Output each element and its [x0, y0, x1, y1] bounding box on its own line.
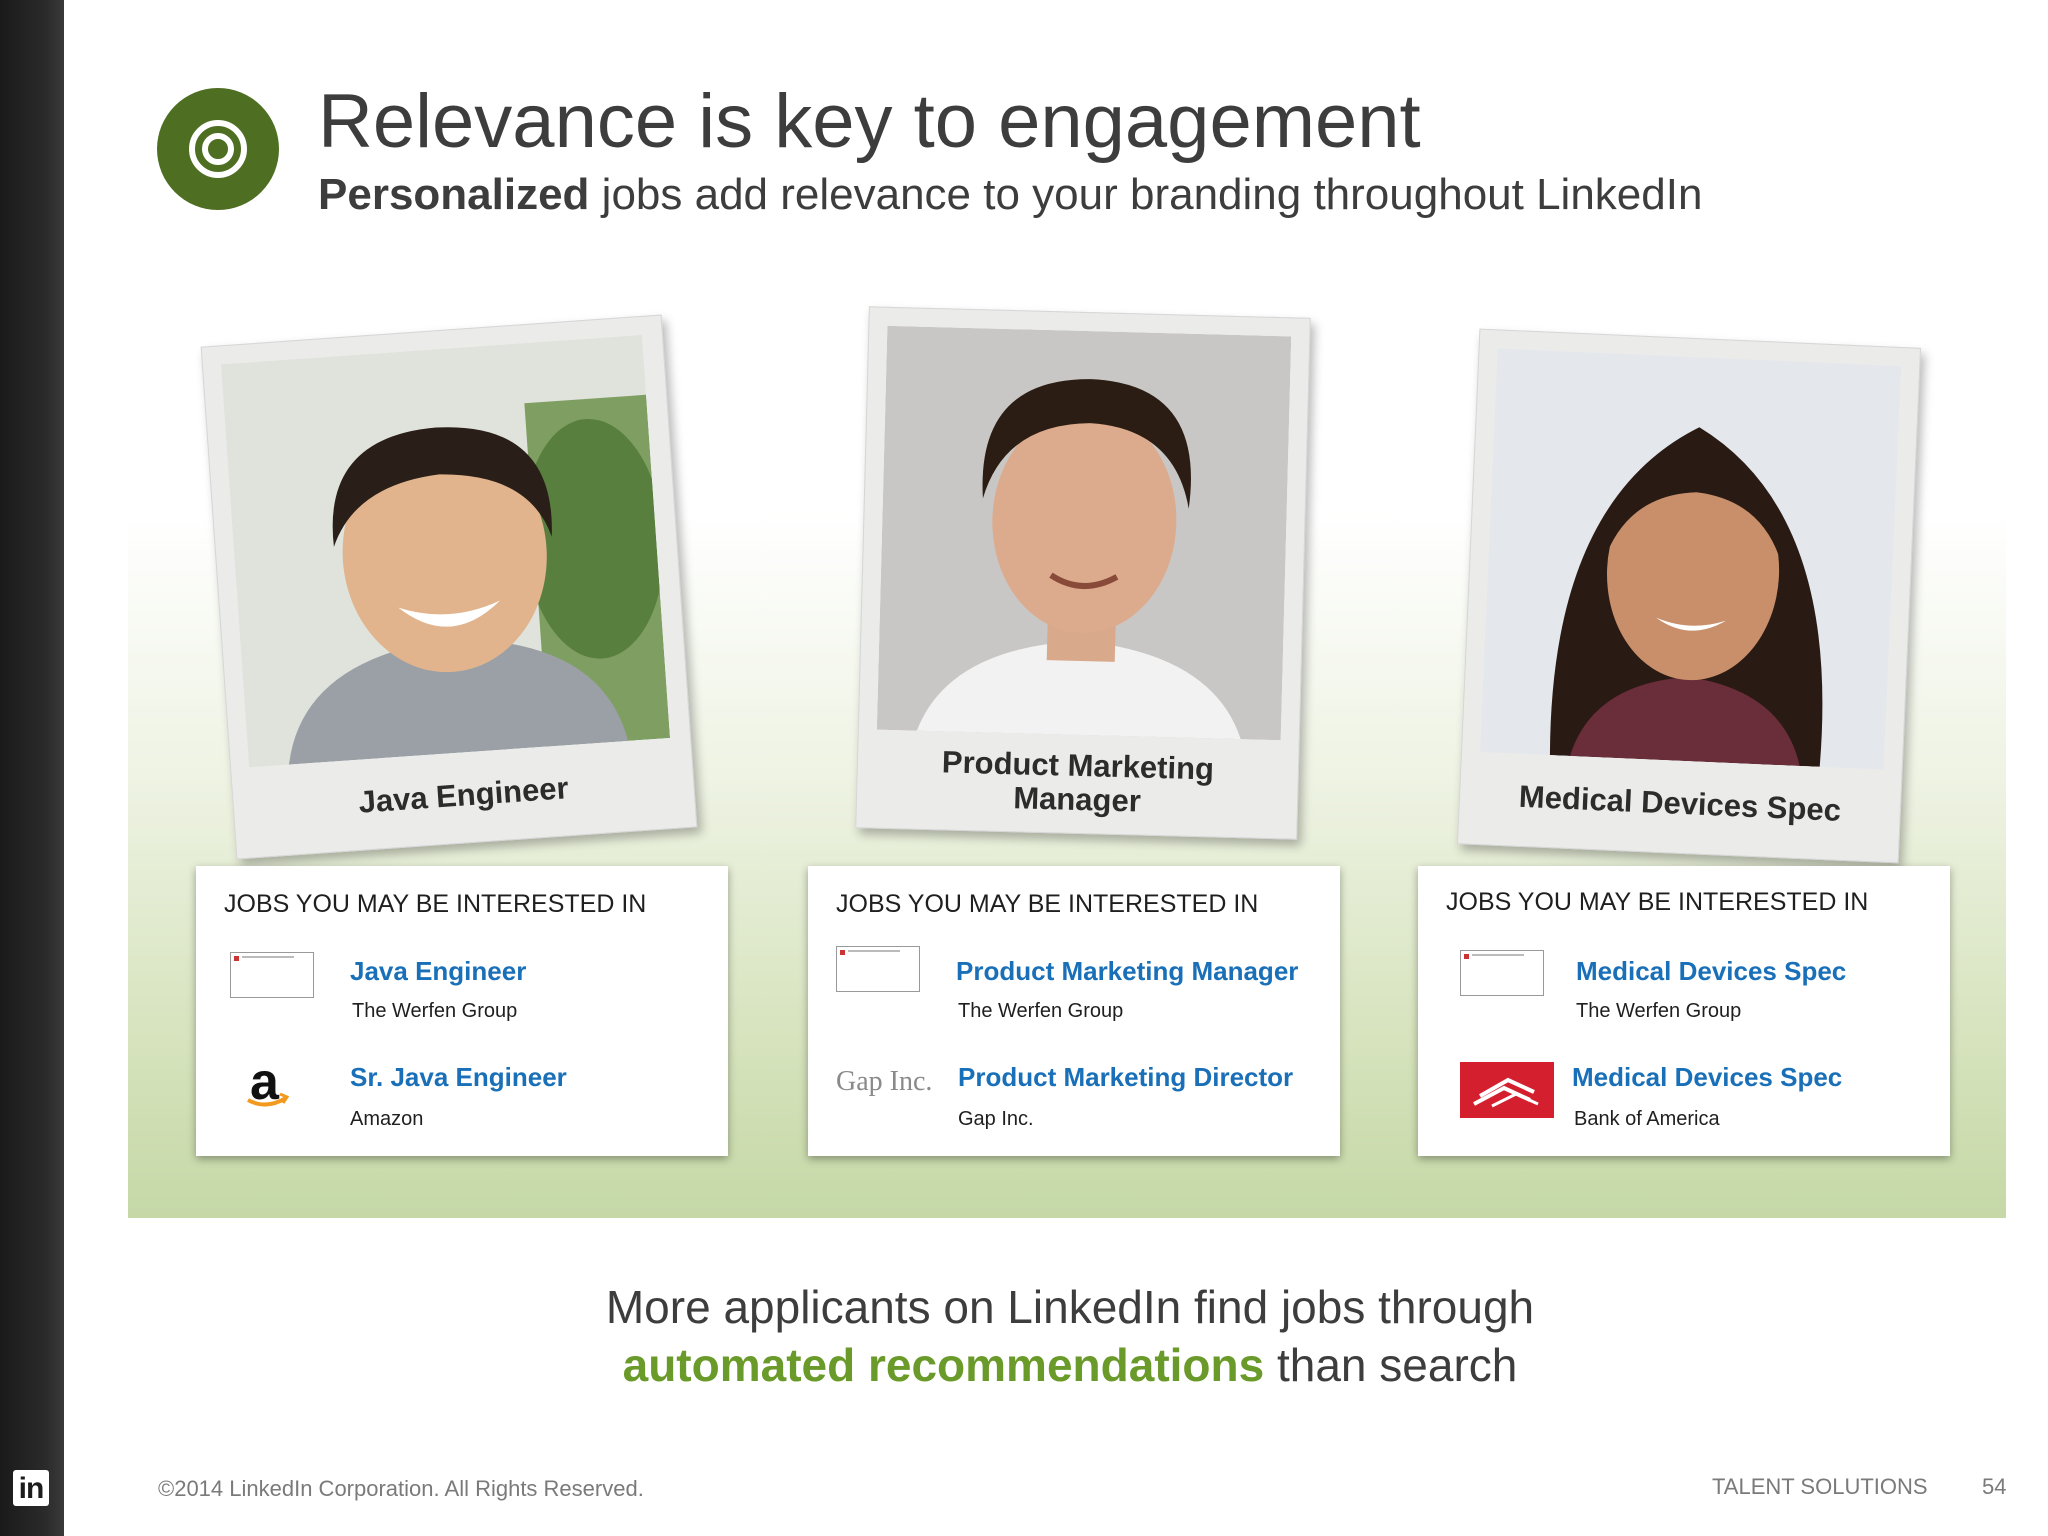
- job-title-link[interactable]: Medical Devices Spec: [1572, 1062, 1842, 1093]
- slide-subtitle: Personalized jobs add relevance to your …: [318, 170, 1702, 220]
- profile-photo: [220, 334, 671, 768]
- tagline-rest: than search: [1264, 1339, 1518, 1391]
- job-title-link[interactable]: Product Marketing Manager: [956, 956, 1298, 987]
- broken-image-icon: [230, 952, 314, 998]
- profile-photo: [876, 325, 1292, 741]
- job-company: The Werfen Group: [352, 1000, 518, 1022]
- jobs-card-2: JOBS YOU MAY BE INTERESTED IN Product Ma…: [808, 866, 1340, 1156]
- job-title-link[interactable]: Product Marketing Director: [958, 1062, 1293, 1093]
- tagline-emphasis: automated recommendations: [622, 1339, 1265, 1391]
- job-title-link[interactable]: Sr. Java Engineer: [350, 1062, 567, 1093]
- profile-photo-card-product-marketing-manager: Product Marketing Manager: [855, 306, 1311, 840]
- target-icon: [157, 88, 279, 210]
- page-number: 54: [1982, 1474, 2007, 1499]
- job-company: Amazon: [350, 1108, 424, 1130]
- tagline-line-2: automated recommendations than search: [0, 1338, 2048, 1392]
- profile-caption: Product Marketing Manager: [857, 743, 1299, 822]
- jobs-card-heading: JOBS YOU MAY BE INTERESTED IN: [836, 890, 1259, 918]
- job-title-link[interactable]: Medical Devices Spec: [1576, 956, 1846, 987]
- broken-image-icon: [1460, 950, 1544, 996]
- profile-photo-card-medical-devices-spec: Medical Devices Spec: [1456, 328, 1922, 864]
- profile-photo: [1479, 348, 1902, 770]
- jobs-card-heading: JOBS YOU MAY BE INTERESTED IN: [224, 890, 647, 918]
- amazon-logo: a: [236, 1052, 296, 1112]
- slide-title: Relevance is key to engagement: [318, 79, 1421, 164]
- job-company: Gap Inc.: [958, 1108, 1034, 1130]
- bank-of-america-logo: [1460, 1062, 1554, 1118]
- job-company: The Werfen Group: [958, 1000, 1124, 1022]
- profile-caption: Java Engineer: [357, 770, 570, 820]
- job-company: Bank of America: [1574, 1108, 1720, 1130]
- jobs-card-heading: JOBS YOU MAY BE INTERESTED IN: [1446, 888, 1869, 916]
- profile-caption: Medical Devices Spec: [1518, 778, 1842, 828]
- job-title-link[interactable]: Java Engineer: [350, 956, 526, 987]
- subtitle-text: jobs add relevance to your branding thro…: [589, 170, 1703, 219]
- linkedin-logo: in: [13, 1470, 49, 1506]
- copyright-text: ©2014 LinkedIn Corporation. All Rights R…: [158, 1476, 644, 1501]
- tagline-line-1: More applicants on LinkedIn find jobs th…: [605, 1281, 1535, 1333]
- jobs-card-3: JOBS YOU MAY BE INTERESTED IN Medical De…: [1418, 866, 1950, 1156]
- gap-logo: Gap Inc.: [836, 1066, 946, 1112]
- job-company: The Werfen Group: [1576, 1000, 1742, 1022]
- footer-brand: TALENT SOLUTIONS: [1712, 1474, 1928, 1499]
- subtitle-emphasis: Personalized: [318, 170, 590, 219]
- gap-logo-text: Gap Inc.: [836, 1066, 933, 1097]
- jobs-card-1: JOBS YOU MAY BE INTERESTED IN Java Engin…: [196, 866, 728, 1156]
- broken-image-icon: [836, 946, 920, 992]
- profile-photo-card-java-engineer: Java Engineer: [200, 314, 698, 860]
